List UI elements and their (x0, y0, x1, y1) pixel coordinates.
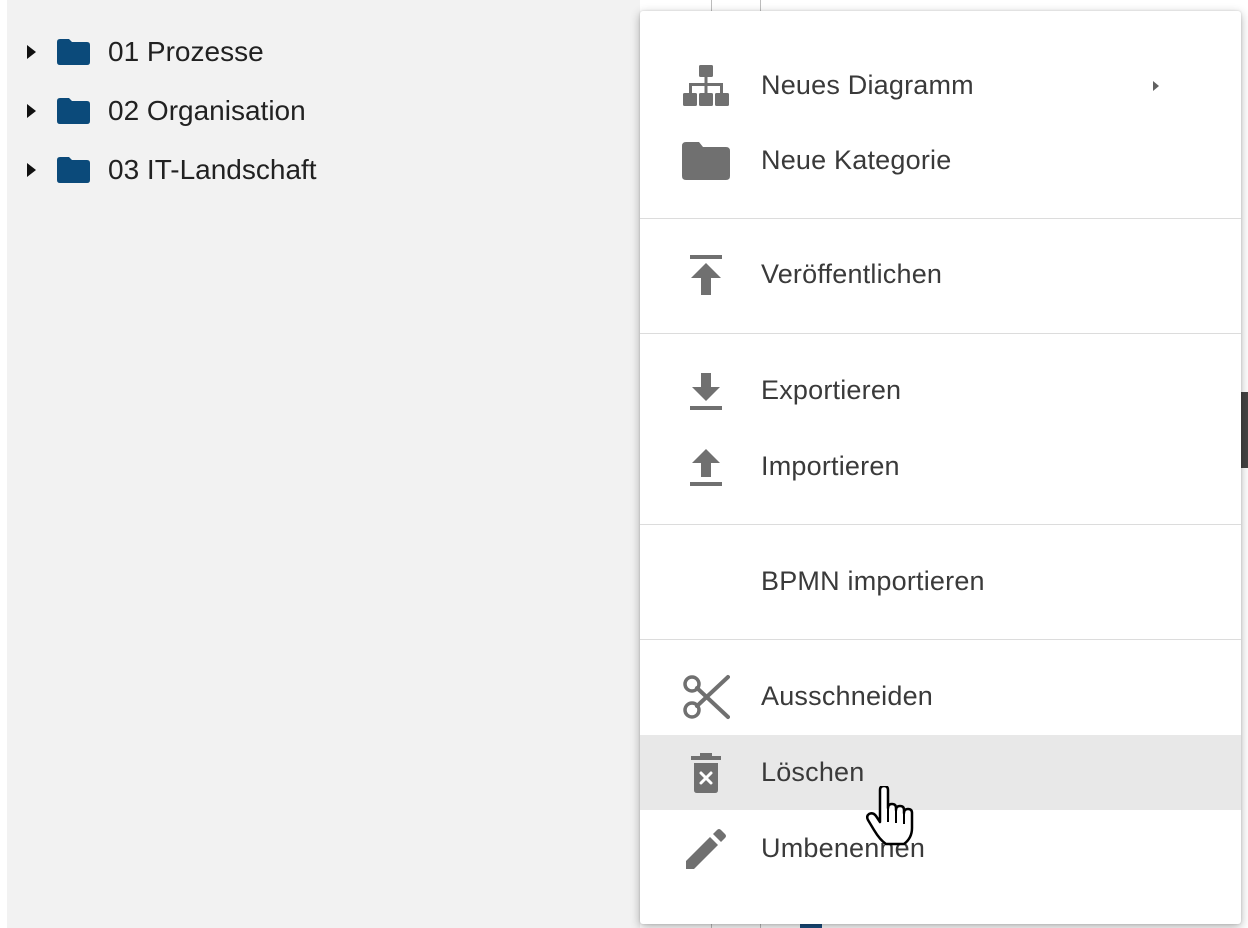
menu-item-new-diagram[interactable]: Neues Diagramm (640, 48, 1241, 123)
left-edge (0, 0, 7, 928)
menu-item-label: Neues Diagramm (761, 70, 974, 100)
background-divider (711, 0, 712, 11)
tree-item-label: 02 Organisation (108, 95, 306, 126)
delete-icon (680, 747, 732, 799)
menu-item-cut[interactable]: Ausschneiden (640, 659, 1241, 734)
menu-item-label: Neue Kategorie (761, 145, 952, 175)
menu-item-label: Umbenennen (761, 833, 926, 863)
background-divider (760, 0, 761, 11)
menu-item-new-category[interactable]: Neue Kategorie (640, 123, 1241, 198)
tree-item-label: 01 Prozesse (108, 36, 264, 67)
menu-item-label: Ausschneiden (761, 681, 934, 711)
menu-separator (640, 218, 1241, 219)
folder-icon (57, 39, 90, 65)
menu-separator (640, 524, 1241, 525)
publish-icon (680, 249, 732, 301)
menu-item-export[interactable]: Exportieren (640, 353, 1241, 428)
upload-icon (680, 441, 732, 493)
download-icon (680, 365, 732, 417)
tree-item-label: 03 IT-Landschaft (108, 154, 317, 185)
menu-item-label: Veröffentlichen (761, 259, 943, 289)
menu-item-label: Importieren (761, 451, 900, 481)
menu-item-import[interactable]: Importieren (640, 429, 1241, 504)
folder-icon (680, 135, 732, 187)
expand-arrow-icon[interactable] (27, 163, 36, 177)
tree-item[interactable]: 03 IT-Landschaft (27, 150, 317, 190)
menu-item-label: Löschen (761, 757, 865, 787)
menu-item-delete[interactable]: Löschen (640, 735, 1241, 810)
menu-item-label: BPMN importieren (761, 566, 985, 596)
expand-arrow-icon[interactable] (27, 104, 36, 118)
context-menu: Neues Diagramm Neue Kategorie Veröffentl… (640, 11, 1241, 924)
tree-item[interactable]: 02 Organisation (27, 91, 306, 131)
menu-separator (640, 639, 1241, 640)
folder-icon (57, 98, 90, 124)
background-scroll-handle[interactable] (1240, 392, 1248, 468)
menu-item-rename[interactable]: Umbenennen (640, 811, 1241, 886)
pencil-icon (680, 823, 732, 875)
menu-item-publish[interactable]: Veröffentlichen (640, 237, 1241, 312)
menu-separator (640, 333, 1241, 334)
submenu-arrow-icon (1153, 80, 1159, 91)
expand-arrow-icon[interactable] (27, 45, 36, 59)
tree-item[interactable]: 01 Prozesse (27, 32, 264, 72)
category-tree: 01 Prozesse 02 Organisation 03 IT-Landsc… (7, 0, 640, 928)
menu-item-bpmn-import[interactable]: BPMN importieren (640, 544, 1241, 619)
sitemap-icon (680, 60, 732, 112)
menu-item-label: Exportieren (761, 375, 902, 405)
scissors-icon (680, 671, 732, 723)
folder-icon (57, 157, 90, 183)
